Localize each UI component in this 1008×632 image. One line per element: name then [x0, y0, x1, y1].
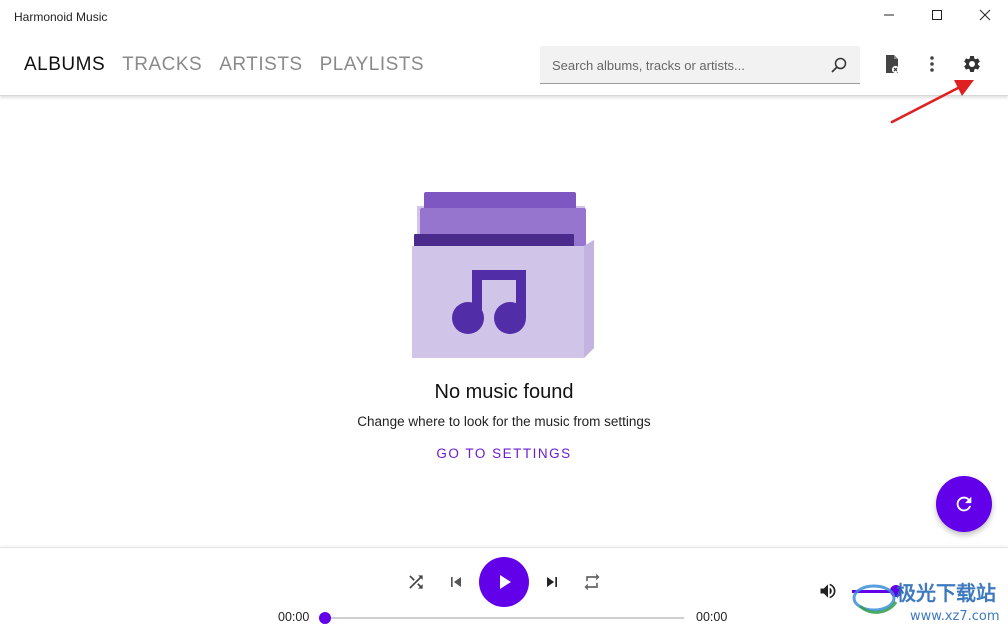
- play-icon: [500, 575, 511, 589]
- seek-thumb[interactable]: [319, 612, 331, 624]
- music-folder-illustration: [412, 192, 594, 358]
- current-time: 00:00: [278, 610, 310, 624]
- tab-albums[interactable]: ALBUMS: [24, 54, 105, 76]
- previous-button[interactable]: [444, 570, 468, 594]
- app-title: Harmonoid Music: [14, 10, 108, 24]
- settings-gear-icon: [964, 55, 980, 72]
- refresh-icon: [956, 496, 972, 512]
- title-bar: Harmonoid Music: [0, 0, 1008, 32]
- import-file-button[interactable]: [880, 52, 904, 76]
- app-header: ALBUMS TRACKS ARTISTS PLAYLISTS: [0, 32, 1008, 96]
- refresh-button[interactable]: [936, 476, 992, 532]
- minimize-icon: [884, 14, 894, 16]
- annotation-arrow: [890, 80, 974, 124]
- previous-icon: [451, 577, 461, 587]
- seek-bar[interactable]: [319, 612, 684, 624]
- empty-state-subtitle: Change where to look for the music from …: [357, 414, 651, 429]
- site-watermark-logo: 极光下载站 www.xz7.com: [852, 581, 1000, 624]
- maximize-button[interactable]: [914, 0, 960, 30]
- tab-bar: ALBUMS TRACKS ARTISTS PLAYLISTS: [24, 54, 424, 76]
- more-options-button[interactable]: [920, 52, 944, 76]
- search-icon[interactable]: [830, 56, 848, 74]
- settings-button[interactable]: [960, 52, 984, 76]
- tab-tracks[interactable]: TRACKS: [122, 54, 202, 76]
- close-button[interactable]: [962, 0, 1008, 30]
- maximize-icon: [932, 10, 942, 20]
- repeat-button[interactable]: [580, 570, 604, 594]
- total-duration: 00:00: [696, 610, 728, 624]
- next-icon: [547, 577, 557, 587]
- next-button[interactable]: [540, 570, 564, 594]
- tab-artists[interactable]: ARTISTS: [219, 54, 302, 76]
- svg-text:极光下载站: 极光下载站: [896, 581, 996, 605]
- repeat-icon: [584, 573, 600, 591]
- svg-text:www.xz7.com: www.xz7.com: [910, 609, 1000, 624]
- close-icon: [979, 9, 991, 21]
- file-import-icon: [886, 55, 900, 74]
- tab-playlists[interactable]: PLAYLISTS: [320, 54, 424, 76]
- play-button[interactable]: [479, 557, 529, 607]
- more-vertical-icon: [930, 56, 934, 72]
- shuffle-button[interactable]: [404, 570, 428, 594]
- search-input[interactable]: [552, 55, 822, 75]
- go-to-settings-link[interactable]: GO TO SETTINGS: [0, 446, 1008, 461]
- shuffle-icon: [409, 575, 423, 589]
- minimize-button[interactable]: [866, 0, 912, 30]
- volume-icon[interactable]: [818, 581, 838, 601]
- search-box: [540, 46, 860, 84]
- empty-state-title: No music found: [434, 381, 574, 403]
